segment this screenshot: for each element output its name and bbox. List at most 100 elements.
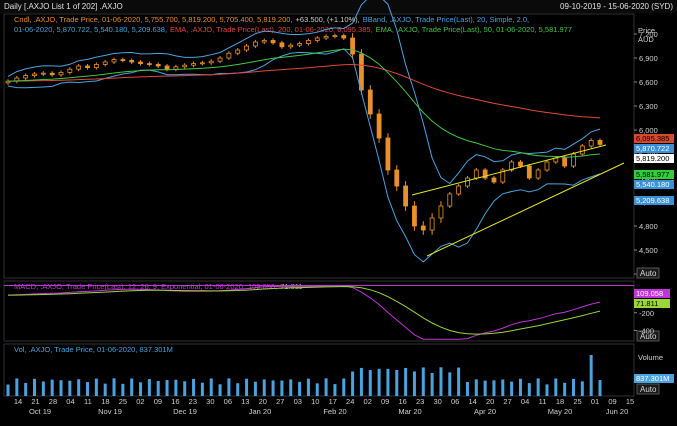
candle [403, 181, 409, 211]
volume-bar [59, 380, 63, 396]
x-tick-label: 06 [451, 397, 459, 406]
chart-canvas: Cndl, .AXJO, Trade Price, 01-06-2020, 5,… [3, 0, 674, 416]
candle [199, 60, 205, 66]
volume-bar [483, 380, 487, 396]
volume-bar [545, 384, 549, 396]
legend-change: +63.500, (+1.10%), [296, 15, 360, 24]
tag-bb-mid: 5,540.180 [636, 180, 669, 189]
volume-bar [457, 367, 461, 396]
x-tick-label: 18 [101, 397, 109, 406]
tag-ema50: 5,581.977 [636, 170, 669, 179]
candle [544, 160, 550, 172]
price-tick-label: 4,500 [639, 246, 658, 255]
x-tick-label: 01 [591, 397, 599, 406]
candle [465, 176, 470, 188]
x-tick-label: 20 [486, 397, 494, 406]
price-tick-label: 6,300 [639, 102, 658, 111]
volume-bar [580, 381, 584, 396]
volume-bar [298, 381, 302, 396]
svg-text:Cndl, .AXJO, Trade Price, 01-0: Cndl, .AXJO, Trade Price, 01-06-2020, 5,… [14, 15, 529, 24]
x-axis-ticks: 14 21 28 04 11 18 25 02 09 16 23 30 06 13 20 27 03 10 17 24… [14, 397, 634, 406]
x-month-label: Nov 19 [98, 407, 122, 416]
candle [509, 160, 515, 172]
volume-bar [386, 368, 390, 396]
candle [279, 40, 285, 49]
volume-bar [147, 379, 151, 396]
svg-text:01-06-2020, 5,870.722, 5,540.1: 01-06-2020, 5,870.722, 5,540.180, 5,209.… [14, 25, 572, 34]
signal-line [8, 285, 601, 335]
volume-bar [377, 368, 381, 396]
candle [288, 43, 294, 49]
candle [182, 63, 188, 69]
macd-tick-label: -400 [639, 326, 654, 335]
volume-bar [68, 380, 72, 396]
volume-bar [589, 355, 593, 396]
volume-bar [112, 378, 116, 396]
candle [129, 58, 135, 64]
volume-bar [342, 378, 346, 396]
x-month-label: Dec 19 [173, 407, 197, 416]
candle [244, 44, 249, 52]
volume-bar [421, 367, 425, 396]
candle [191, 61, 196, 68]
legend-candle: Cndl, .AXJO, Trade Price, 01-06-2020, 5,… [14, 15, 293, 24]
candle [146, 61, 152, 67]
volume-bar [536, 378, 540, 396]
candle [588, 138, 594, 148]
ema200-line [7, 63, 601, 119]
macd-tags: 109.058 71.811 [634, 289, 670, 308]
volume-bar [280, 380, 284, 396]
price-tick-label: 6,900 [639, 54, 658, 63]
x-tick-label: 06 [224, 397, 232, 406]
x-month-label: Apr 20 [474, 407, 496, 416]
candle [58, 70, 64, 77]
x-tick-label: 15 [626, 397, 634, 406]
x-tick-label: 14 [468, 397, 476, 406]
volume-bar [236, 383, 240, 396]
volume-axis-header: Volume [638, 353, 663, 362]
candle [120, 57, 126, 63]
candle [76, 64, 82, 72]
volume-bar [103, 383, 107, 396]
volume-bar [209, 378, 213, 396]
candle [500, 168, 506, 184]
x-tick-label: 04 [66, 397, 74, 406]
volume-bar [430, 372, 434, 396]
candle [571, 152, 576, 168]
volume-bar [492, 380, 496, 396]
legend-ema200: EMA, .AXJO, Trade Price(Last), 200, 01-0… [170, 25, 373, 34]
tag-volume: 837.301M [636, 374, 669, 383]
volume-bar [527, 383, 531, 396]
volume-bar [165, 380, 169, 396]
x-tick-label: 09 [608, 397, 616, 406]
trendline-upper [411, 144, 607, 196]
volume-bar [245, 378, 249, 396]
volume-bar [24, 382, 28, 396]
candle [394, 165, 400, 191]
volume-auto-button[interactable]: Auto [636, 383, 660, 395]
x-month-label: Jan 20 [249, 407, 272, 416]
macd-tick-label: -200 [639, 309, 654, 318]
x-tick-label: 16 [171, 397, 179, 406]
candle [526, 164, 532, 180]
x-month-label: Oct 19 [29, 407, 51, 416]
volume-bar [227, 378, 231, 396]
candle [597, 138, 603, 147]
candle [226, 51, 232, 60]
volume-bar [465, 381, 469, 396]
x-tick-label: 24 [346, 397, 354, 406]
volume-bar [439, 367, 443, 396]
volume-bar [262, 379, 266, 396]
volume-bar [404, 367, 408, 396]
candle [138, 60, 143, 66]
legend-bband: BBand, .AXJO, Trade Price(Last), 20, Sim… [363, 15, 529, 24]
candle [235, 48, 241, 56]
candle [491, 176, 497, 184]
candle [85, 64, 90, 70]
volume-bar [598, 380, 602, 396]
x-tick-label: 20 [259, 397, 267, 406]
x-tick-label: 11 [84, 397, 92, 406]
tag-bb-upper: 5,870.722 [636, 144, 669, 153]
price-auto-button[interactable]: Auto [636, 267, 660, 279]
x-tick-label: 23 [416, 397, 424, 406]
